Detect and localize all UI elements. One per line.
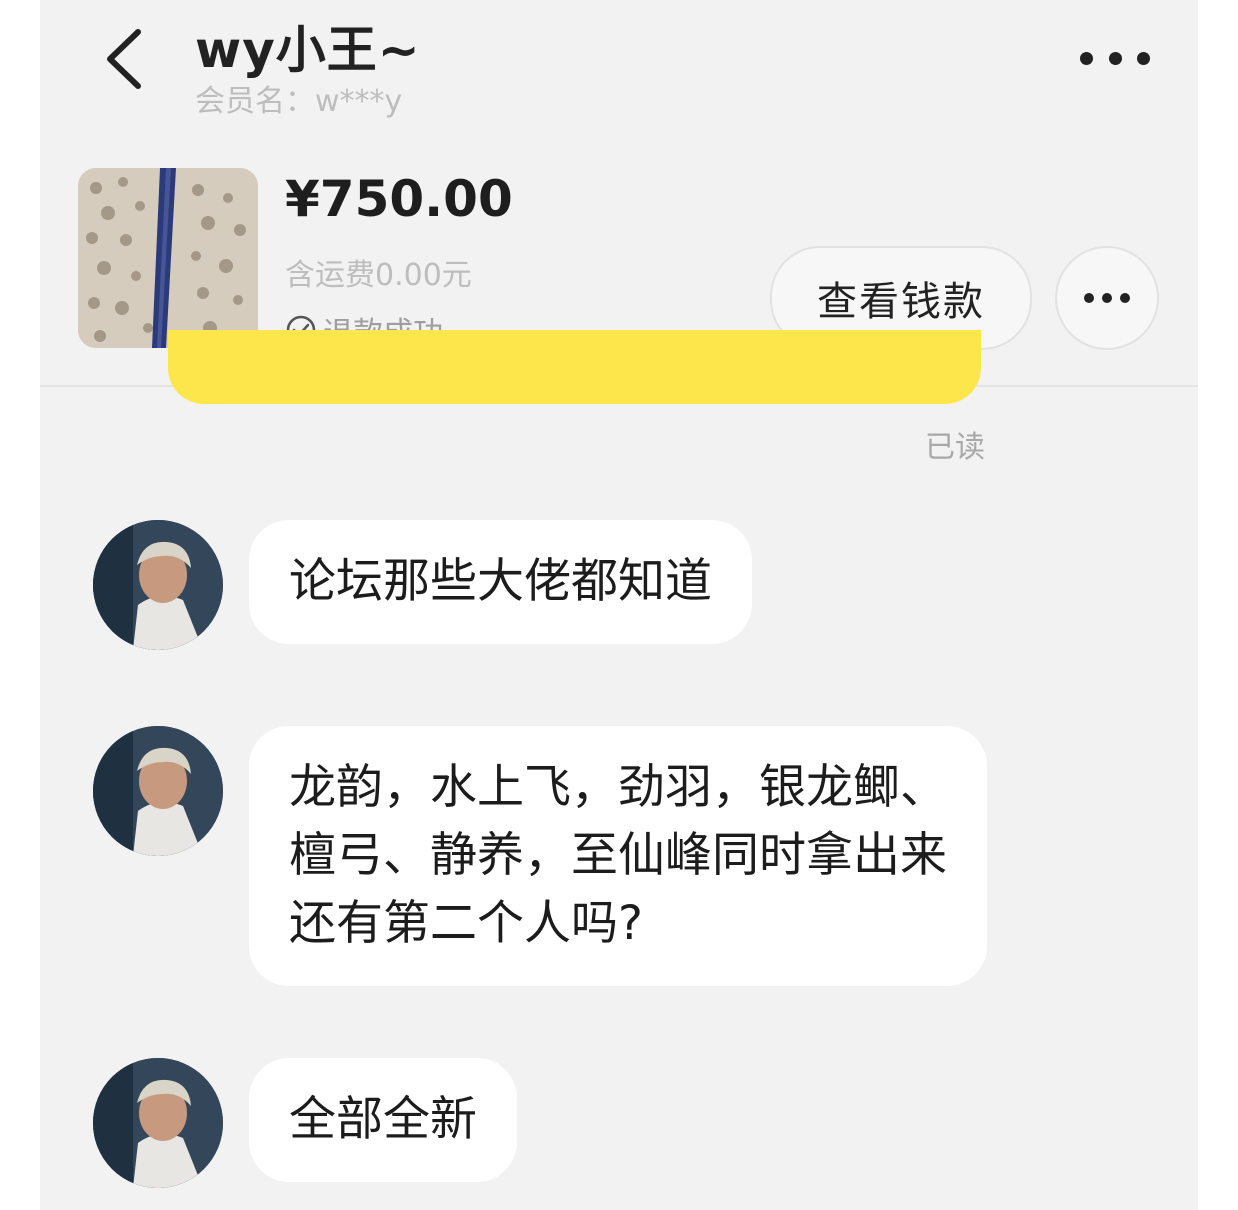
read-receipt: 已读 [925, 430, 985, 465]
avatar[interactable] [93, 520, 223, 650]
message-bubble[interactable]: 龙韵，水上飞，劲羽，银龙鲫、 檀弓、静养，至仙峰同时拿出来 还有第二个人吗? [249, 726, 987, 986]
product-image [78, 168, 258, 348]
chat-title: wy小王~ [195, 21, 421, 79]
product-more-button[interactable] [1055, 246, 1159, 350]
shipping-fee: 含运费0.00元 [285, 258, 472, 293]
product-thumbnail[interactable] [78, 168, 258, 348]
back-button[interactable] [96, 24, 156, 94]
avatar[interactable] [93, 1058, 223, 1188]
message-bubble[interactable]: 论坛那些大佬都知道 [249, 520, 752, 644]
back-arrow-icon [107, 29, 141, 89]
more-dots-icon [1080, 51, 1093, 65]
avatar[interactable] [93, 726, 223, 856]
sent-message-bubble[interactable] [168, 330, 981, 404]
member-name: 会员名：w***y [195, 84, 403, 119]
chat-screen: wy小王~ 会员名：w***y ¥750.00 含运费0.00元 查看钱款 已读… [40, 0, 1198, 1210]
more-options-button[interactable] [1080, 40, 1150, 76]
message-bubble[interactable]: 全部全新 [249, 1058, 517, 1182]
product-price: ¥750.00 [285, 170, 513, 228]
more-dots-icon [1084, 293, 1094, 303]
